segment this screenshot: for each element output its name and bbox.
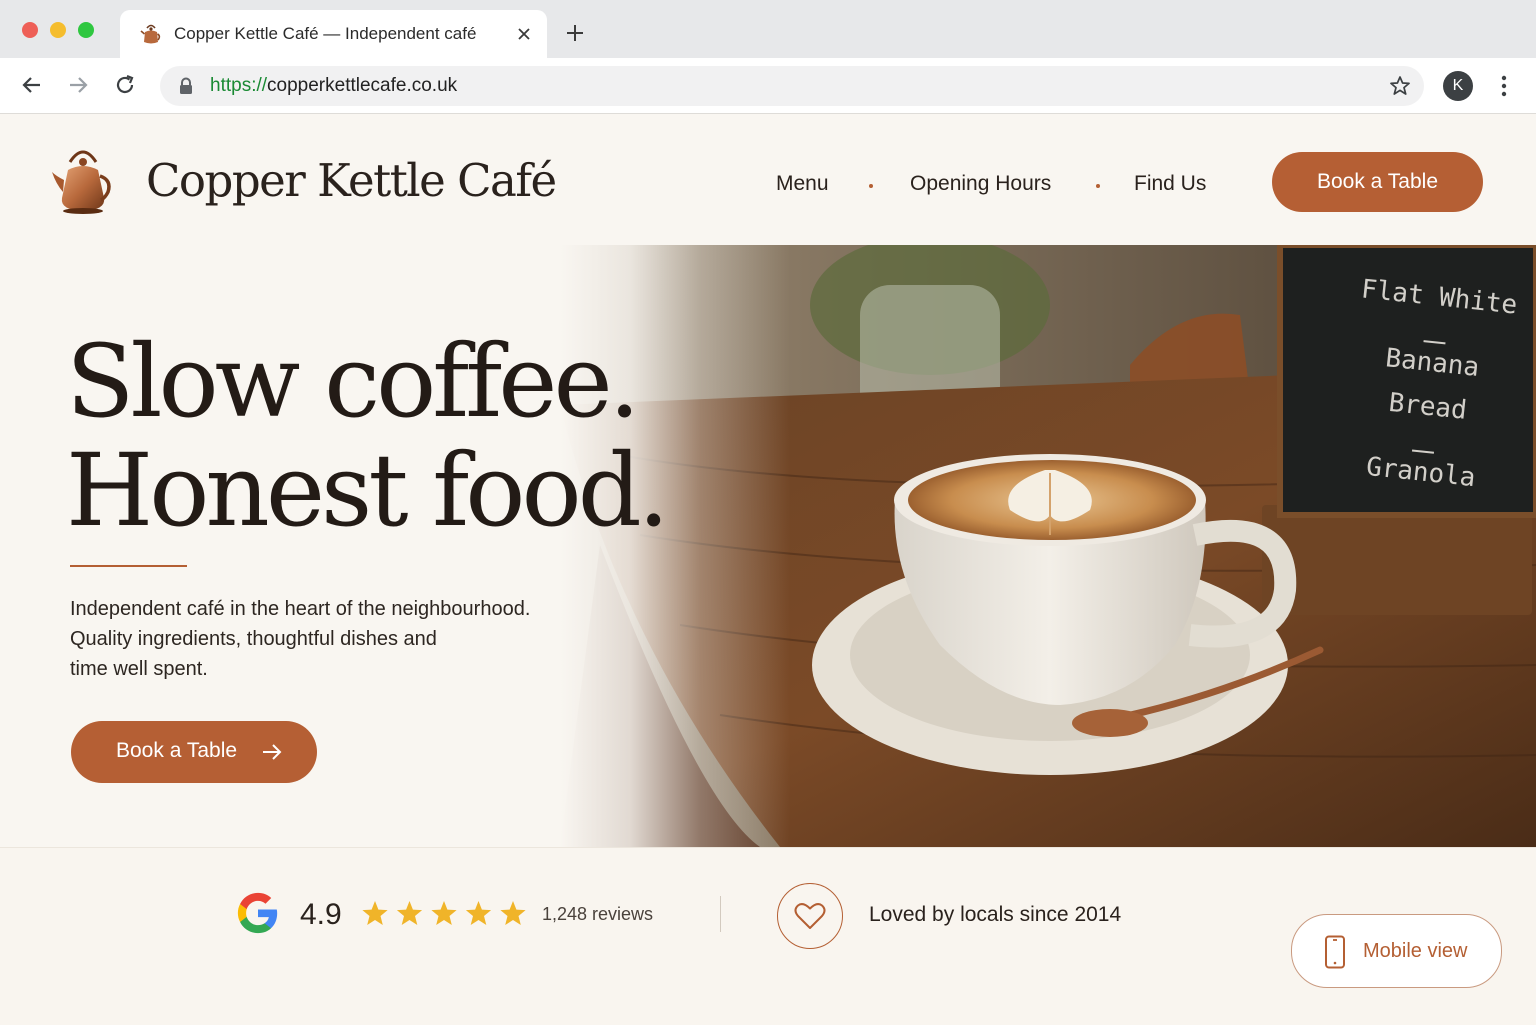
url-text[interactable]: https://copperkettlecafe.co.uk — [210, 75, 457, 97]
nav-link-menu[interactable]: Menu — [776, 172, 829, 196]
nav-separator — [869, 184, 873, 188]
url-host: copperkettlecafe.co.uk — [267, 75, 458, 96]
tab-title: Copper Kettle Café — Independent café — [174, 24, 477, 43]
nav-link-opening-hours[interactable]: Opening Hours — [910, 172, 1051, 196]
book-table-header-button[interactable]: Book a Table — [1272, 152, 1483, 212]
browser-toolbar: https://copperkettlecafe.co.uk K — [0, 58, 1536, 114]
profile-avatar[interactable]: K — [1443, 71, 1473, 101]
forward-icon[interactable] — [66, 73, 90, 97]
back-icon[interactable] — [20, 73, 44, 97]
book-table-hero-label: Book a Table — [116, 739, 238, 762]
hero-description-line-1: Independent café in the heart of the nei… — [70, 598, 531, 620]
book-table-hero-button[interactable]: Book a Table — [71, 721, 317, 783]
nav-link-find-us[interactable]: Find Us — [1134, 172, 1206, 196]
hero-description: Independent café in the heart of the nei… — [70, 594, 590, 684]
arrow-right-icon — [263, 744, 282, 760]
loved-by-locals-text: Loved by locals since 2014 — [869, 903, 1122, 926]
heart-icon — [794, 903, 826, 929]
review-count[interactable]: 1,248 reviews — [542, 904, 653, 925]
reload-icon[interactable] — [113, 73, 137, 97]
trust-divider — [720, 896, 721, 932]
window-minimize-button[interactable] — [50, 22, 66, 38]
google-rating-value: 4.9 — [300, 898, 342, 931]
mobile-view-button[interactable]: Mobile view — [1291, 914, 1502, 988]
trust-bar: 4.9 1,248 reviews Loved by locals since … — [0, 847, 1536, 1025]
kettle-favicon-icon — [140, 24, 161, 44]
browser-tab-active[interactable]: Copper Kettle Café — Independent café — [120, 10, 547, 58]
lock-icon — [180, 77, 192, 94]
window-close-button[interactable] — [22, 22, 38, 38]
url-scheme: https:// — [210, 75, 268, 96]
mobile-phone-icon — [1325, 935, 1345, 969]
nav-separator — [1096, 184, 1100, 188]
google-logo-icon — [237, 892, 278, 934]
mobile-view-label: Mobile view — [1363, 940, 1468, 962]
hero-headline-line-1: Slow coffee. — [66, 323, 640, 440]
hero-section: Flat White Banana Bread Granola Slow cof… — [0, 245, 1536, 847]
heart-badge — [777, 883, 843, 949]
site-header: Copper Kettle Café Menu Opening Hours Fi… — [0, 114, 1536, 245]
hero-headline-line-2: Honest food. — [66, 432, 670, 549]
copper-kettle-logo-icon[interactable] — [50, 140, 116, 216]
five-star-rating-icon — [362, 901, 526, 925]
brand-name[interactable]: Copper Kettle Café — [146, 154, 557, 207]
bookmark-star-icon[interactable] — [1388, 74, 1412, 98]
hero-description-line-3: time well spent. — [70, 658, 208, 680]
hero-accent-rule — [70, 565, 187, 567]
new-tab-icon[interactable] — [563, 21, 587, 45]
close-tab-icon[interactable] — [514, 24, 534, 44]
hero-headline: Slow coffee. Honest food. — [66, 323, 670, 549]
browser-tabstrip: Copper Kettle Café — Independent café — [0, 0, 1536, 58]
hero-description-line-2: Quality ingredients, thoughtful dishes a… — [70, 628, 437, 650]
address-bar[interactable]: https://copperkettlecafe.co.uk — [160, 66, 1424, 106]
chalkboard-menu: Flat White Banana Bread Granola — [1329, 266, 1531, 504]
window-maximize-button[interactable] — [78, 22, 94, 38]
more-menu-icon[interactable] — [1494, 73, 1514, 99]
